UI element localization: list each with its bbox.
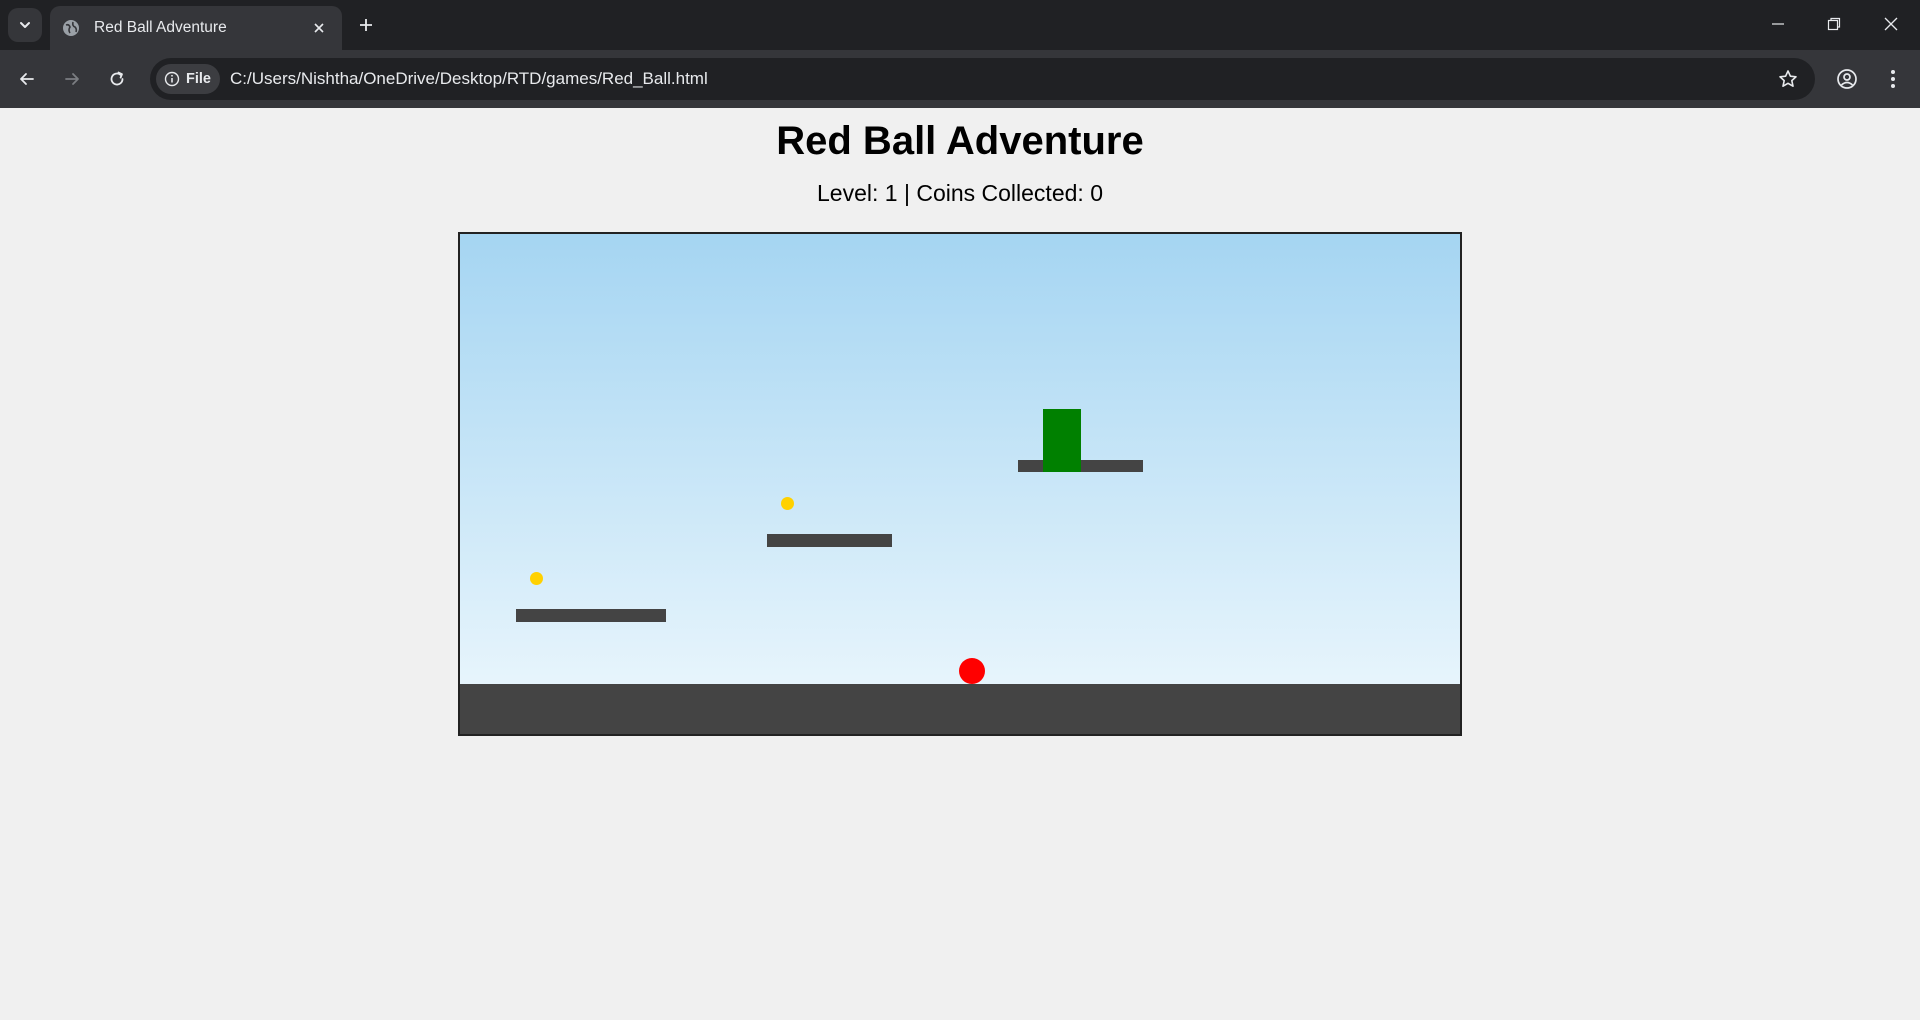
site-info-chip[interactable]: File bbox=[156, 64, 220, 94]
minimize-button[interactable] bbox=[1755, 5, 1801, 43]
restore-button[interactable] bbox=[1811, 5, 1857, 43]
reload-icon bbox=[110, 71, 124, 86]
menu-button[interactable] bbox=[1877, 63, 1909, 95]
close-window-button[interactable] bbox=[1868, 5, 1914, 43]
tab-search-button[interactable] bbox=[8, 8, 42, 42]
close-icon bbox=[1884, 17, 1898, 31]
page-title: Red Ball Adventure bbox=[776, 119, 1144, 163]
info-icon bbox=[164, 71, 180, 87]
level-value: 1 bbox=[884, 180, 898, 206]
plus-icon bbox=[360, 19, 372, 31]
coin bbox=[530, 572, 543, 585]
tab-bar: Red Ball Adventure bbox=[0, 0, 1920, 50]
forward-button[interactable] bbox=[56, 63, 88, 95]
bookmark-star-icon[interactable] bbox=[1777, 68, 1799, 90]
more-vert-icon bbox=[1891, 70, 1895, 88]
coin bbox=[781, 497, 794, 510]
goal-flag bbox=[1043, 409, 1081, 472]
minimize-icon bbox=[1772, 23, 1784, 25]
close-tab-icon[interactable] bbox=[308, 17, 330, 39]
tab-title: Red Ball Adventure bbox=[94, 19, 227, 36]
new-tab-button[interactable] bbox=[352, 11, 380, 39]
profile-button[interactable] bbox=[1831, 63, 1863, 95]
chevron-down-icon bbox=[20, 22, 30, 28]
profile-icon bbox=[1837, 69, 1857, 89]
back-button[interactable] bbox=[11, 63, 43, 95]
game-status: Level: 1 | Coins Collected: 0 bbox=[817, 180, 1103, 206]
browser-tab[interactable]: Red Ball Adventure bbox=[50, 6, 342, 50]
level-label: Level: bbox=[817, 180, 879, 206]
arrow-right-icon bbox=[65, 73, 79, 85]
restore-icon bbox=[1827, 17, 1841, 31]
ground bbox=[460, 684, 1460, 734]
browser-toolbar: File C:/Users/Nishtha/OneDrive/Desktop/R… bbox=[0, 50, 1920, 108]
site-chip-label: File bbox=[186, 71, 211, 87]
address-bar[interactable]: File C:/Users/Nishtha/OneDrive/Desktop/R… bbox=[150, 58, 1815, 100]
game-canvas[interactable] bbox=[458, 232, 1462, 736]
coins-value: 0 bbox=[1090, 180, 1103, 206]
reload-button[interactable] bbox=[101, 63, 133, 95]
red-ball-player bbox=[959, 658, 985, 684]
url-text[interactable]: C:/Users/Nishtha/OneDrive/Desktop/RTD/ga… bbox=[230, 69, 708, 89]
platform-mid bbox=[767, 534, 892, 547]
globe-icon bbox=[62, 19, 80, 37]
arrow-left-icon bbox=[20, 73, 34, 85]
coins-label: Coins Collected: bbox=[916, 180, 1084, 206]
platform-low bbox=[516, 609, 666, 622]
